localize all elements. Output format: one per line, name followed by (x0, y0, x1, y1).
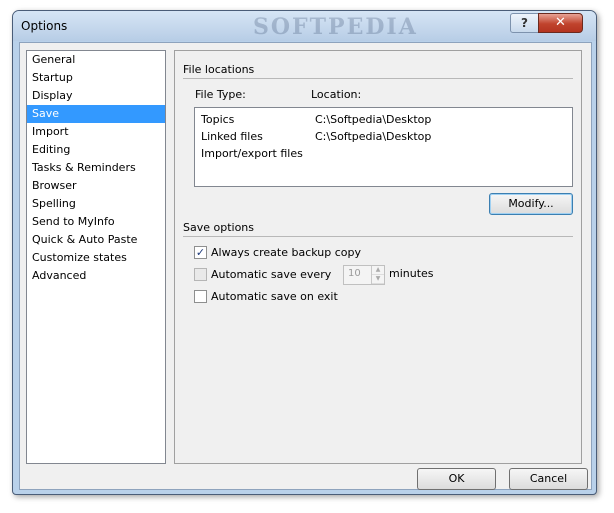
sidebar-item-save[interactable]: Save (27, 105, 165, 123)
automatic-save-checkbox[interactable] (194, 267, 207, 281)
window-title: Options (21, 19, 68, 33)
stepper-up-icon[interactable]: ▲ (372, 266, 384, 275)
file-type-cell: Topics (201, 113, 235, 126)
softpedia-watermark: SOFTPEDIA (253, 14, 418, 40)
automatic-save-option[interactable]: Automatic save every (194, 267, 331, 283)
sidebar-item-send-to-myinfo[interactable]: Send to MyInfo (27, 213, 165, 231)
save-on-exit-option[interactable]: Automatic save on exit (194, 289, 338, 305)
minutes-label: minutes (389, 267, 434, 280)
sidebar-item-display[interactable]: Display (27, 87, 165, 105)
sidebar-item-tasks-reminders[interactable]: Tasks & Reminders (27, 159, 165, 177)
location-cell: C:\Softpedia\Desktop (315, 113, 432, 126)
sidebar-item-customize-states[interactable]: Customize states (27, 249, 165, 267)
file-locations-list[interactable]: Topics C:\Softpedia\Desktop Linked files… (194, 107, 573, 187)
close-button[interactable]: ✕ (538, 13, 583, 33)
file-locations-heading: File locations (183, 63, 255, 76)
file-locations-divider (183, 78, 573, 79)
location-cell: C:\Softpedia\Desktop (315, 130, 432, 143)
sidebar-item-spelling[interactable]: Spelling (27, 195, 165, 213)
stepper-buttons: ▲ ▼ (371, 266, 384, 284)
category-list[interactable]: General Startup Display Save Import Editing Ta… (26, 50, 166, 464)
sidebar-item-advanced[interactable]: Advanced (27, 267, 165, 285)
backup-copy-checkbox[interactable]: ✓ (194, 245, 207, 259)
sidebar-item-editing[interactable]: Editing (27, 141, 165, 159)
save-options-divider (183, 236, 573, 237)
file-type-column-header: File Type: (195, 88, 246, 101)
sidebar-item-import[interactable]: Import (27, 123, 165, 141)
title-bar[interactable]: Options SOFTPEDIA ? ✕ (13, 11, 596, 41)
stepper-down-icon[interactable]: ▼ (372, 275, 384, 284)
help-button[interactable]: ? (510, 13, 539, 33)
save-on-exit-label: Automatic save on exit (211, 290, 338, 303)
ok-button[interactable]: OK (417, 468, 496, 490)
options-window: Options SOFTPEDIA ? ✕ General Startup Disp… (12, 10, 597, 495)
backup-copy-option[interactable]: ✓ Always create backup copy (194, 245, 361, 261)
cancel-button[interactable]: Cancel (509, 468, 588, 490)
backup-copy-label: Always create backup copy (211, 246, 361, 259)
sidebar-item-browser[interactable]: Browser (27, 177, 165, 195)
automatic-save-label: Automatic save every (211, 268, 332, 281)
save-on-exit-checkbox[interactable] (194, 289, 207, 303)
sidebar-item-quick-auto-paste[interactable]: Quick & Auto Paste (27, 231, 165, 249)
dialog-body: General Startup Display Save Import Editing Ta… (19, 42, 592, 490)
location-column-header: Location: (311, 88, 362, 101)
file-type-cell: Import/export files (201, 147, 303, 160)
sidebar-item-general[interactable]: General (27, 51, 165, 69)
autosave-minutes-stepper[interactable]: 10 ▲ ▼ (343, 265, 385, 285)
save-options-heading: Save options (183, 221, 255, 234)
sidebar-item-startup[interactable]: Startup (27, 69, 165, 87)
autosave-minutes-value: 10 (348, 268, 361, 279)
save-settings-panel: File locations File Type: Location: Topi… (174, 50, 582, 464)
file-type-cell: Linked files (201, 130, 263, 143)
modify-button[interactable]: Modify... (489, 193, 573, 215)
